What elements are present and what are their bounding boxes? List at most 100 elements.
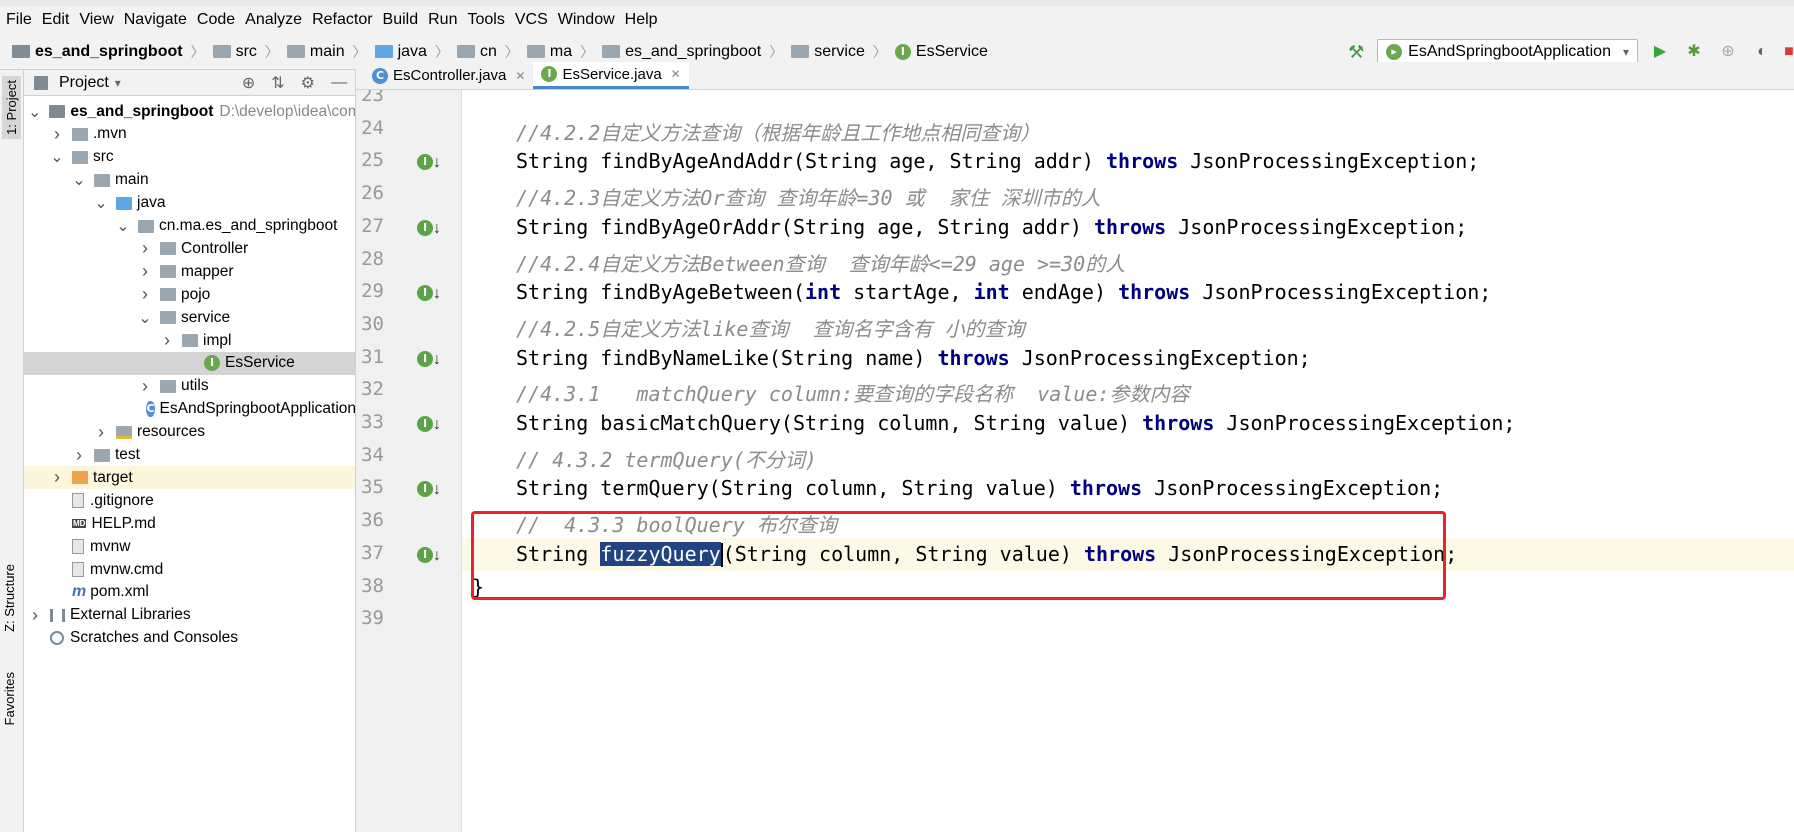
menu-item-edit[interactable]: Edit — [40, 11, 78, 29]
tree-node[interactable]: › pojo — [24, 283, 355, 306]
code-line[interactable]: //4.2.4自定义方法Between查询 查询年龄<=29 age >=30的… — [516, 248, 1125, 277]
breadcrumb-item[interactable]: main — [286, 43, 345, 61]
run-with-coverage-icon[interactable]: ⊕ — [1716, 40, 1740, 64]
hide-minus-icon[interactable]: — — [331, 74, 347, 92]
collapsed-chevron-icon[interactable]: › — [138, 376, 152, 397]
menu-item-vcs[interactable]: VCS — [513, 11, 556, 29]
expanded-chevron-icon[interactable]: ⌄ — [72, 170, 86, 190]
collapsed-chevron-icon[interactable]: › — [160, 330, 174, 351]
breadcrumb-item[interactable]: cn — [456, 43, 497, 61]
expanded-chevron-icon[interactable]: ⌄ — [116, 216, 130, 236]
implemented-marker-icon[interactable]: I ↓ — [417, 152, 443, 174]
tree-node[interactable]: › utils — [24, 375, 355, 398]
collapsed-chevron-icon[interactable]: › — [72, 445, 86, 466]
implemented-marker-icon[interactable]: I ↓ — [417, 349, 443, 371]
tree-node[interactable]: ⌄ java — [24, 192, 355, 215]
breadcrumb-item[interactable]: es_and_springboot — [602, 43, 761, 61]
tree-node[interactable]: › mapper — [24, 260, 355, 283]
menu-item-view[interactable]: View — [77, 11, 121, 29]
debug-bug-icon[interactable]: ✱ — [1682, 40, 1706, 64]
tree-node[interactable]: m pom.xml — [24, 581, 355, 604]
profiler-icon[interactable]: ◐ — [1750, 40, 1774, 64]
menu-item-run[interactable]: Run — [426, 11, 465, 29]
project-tool-tab[interactable]: 1: Project — [2, 76, 21, 139]
code-line[interactable]: //4.2.2自定义方法查询（根据年龄且工作地点相同查询） — [516, 117, 1040, 146]
collapsed-chevron-icon[interactable]: › — [138, 238, 152, 259]
tree-node[interactable]: ⌄ es_and_springboot D:\develop\idea\compan… — [24, 100, 355, 123]
run-icon[interactable]: ▶ — [1648, 40, 1672, 64]
code-line[interactable]: String findByAgeBetween(int startAge, in… — [516, 280, 1491, 304]
breadcrumb-item[interactable]: service — [791, 43, 865, 61]
stop-icon[interactable]: ■ — [1784, 40, 1794, 64]
code-editor[interactable]: //4.2.2自定义方法查询（根据年龄且工作地点相同查询） String find… — [462, 90, 1794, 832]
implemented-marker-icon[interactable]: I ↓ — [417, 283, 443, 305]
project-panel-title[interactable]: Project — [59, 74, 109, 92]
menu-item-refactor[interactable]: Refactor — [310, 11, 380, 29]
tree-node[interactable]: mvnw — [24, 535, 355, 558]
tree-node[interactable]: ⌄ service — [24, 306, 355, 329]
tree-node[interactable]: .gitignore — [24, 489, 355, 512]
collapsed-chevron-icon[interactable]: › — [138, 261, 152, 282]
code-line[interactable]: String findByAgeOrAddr(String age, Strin… — [516, 215, 1467, 239]
menu-item-help[interactable]: Help — [623, 11, 666, 29]
implemented-marker-icon[interactable]: I ↓ — [417, 479, 443, 501]
tree-node[interactable]: Scratches and Consoles — [24, 627, 355, 650]
tree-node[interactable]: › test — [24, 444, 355, 467]
tree-node[interactable]: mvnw.cmd — [24, 558, 355, 581]
collapsed-chevron-icon[interactable]: › — [94, 422, 108, 443]
menu-item-build[interactable]: Build — [381, 11, 427, 29]
editor-tab[interactable]: I EsService.java ✕ — [533, 62, 689, 89]
collapse-all-icon[interactable]: ⇅ — [271, 73, 284, 93]
code-line[interactable]: //4.2.5自定义方法like查询 查询名字含有 小的查询 — [516, 313, 1025, 342]
implemented-marker-icon[interactable]: I ↓ — [417, 218, 443, 240]
settings-gear-icon[interactable]: ⚙ — [301, 73, 315, 93]
chevron-down-icon[interactable]: ▾ — [115, 76, 121, 90]
menu-item-code[interactable]: Code — [195, 11, 243, 29]
implemented-marker-icon[interactable]: I ↓ — [417, 545, 443, 567]
expanded-chevron-icon[interactable]: ⌄ — [94, 193, 108, 213]
tree-node[interactable]: › Controller — [24, 237, 355, 260]
breadcrumb-item[interactable]: ma — [526, 43, 572, 61]
favorites-tool-tab[interactable]: Favorites — [2, 672, 17, 725]
implemented-marker-icon[interactable]: I ↓ — [417, 414, 443, 436]
menu-item-analyze[interactable]: Analyze — [243, 11, 310, 29]
code-line[interactable]: //4.2.3自定义方法Or查询 查询年龄=30 或 家住 深圳市的人 — [516, 182, 1101, 211]
collapsed-chevron-icon[interactable]: › — [50, 467, 64, 488]
close-tab-icon[interactable]: ✕ — [515, 69, 525, 83]
code-line[interactable]: String findByAgeAndAddr(String age, Stri… — [516, 149, 1479, 173]
locate-target-icon[interactable]: ⊕ — [242, 73, 255, 93]
tree-node[interactable]: › .mvn — [24, 123, 355, 146]
code-line[interactable]: // 4.3.2 termQuery(不分词) — [516, 444, 817, 473]
collapsed-chevron-icon[interactable]: › — [28, 605, 42, 626]
build-hammer-icon[interactable]: ⚒ — [1345, 41, 1367, 63]
close-tab-icon[interactable]: ✕ — [671, 67, 681, 81]
breadcrumb-item[interactable]: I EsService — [894, 43, 988, 61]
expanded-chevron-icon[interactable]: ⌄ — [50, 147, 64, 167]
tree-node[interactable]: MD HELP.md — [24, 512, 355, 535]
breadcrumb-item[interactable]: src — [212, 43, 257, 61]
tree-node[interactable]: › impl — [24, 329, 355, 352]
menu-item-tools[interactable]: Tools — [465, 11, 512, 29]
collapsed-chevron-icon[interactable]: › — [50, 124, 64, 145]
code-line[interactable]: //4.3.1 matchQuery column:要查询的字段名称 value… — [516, 378, 1189, 407]
code-line[interactable]: String findByNameLike(String name) throw… — [516, 346, 1311, 370]
tree-node[interactable]: › External Libraries — [24, 604, 355, 627]
tree-node[interactable]: I EsService — [24, 351, 355, 375]
tree-node[interactable]: ⌄ main — [24, 169, 355, 192]
editor-tab[interactable]: C EsController.java ✕ — [364, 62, 533, 89]
tree-node[interactable]: ⌄ src — [24, 146, 355, 169]
menu-item-window[interactable]: Window — [556, 11, 623, 29]
code-line[interactable]: String termQuery(String column, String v… — [516, 476, 1443, 500]
expanded-chevron-icon[interactable]: ⌄ — [28, 102, 41, 122]
expanded-chevron-icon[interactable]: ⌄ — [138, 308, 152, 328]
breadcrumb-item[interactable]: java — [374, 43, 427, 61]
structure-tool-tab[interactable]: Z: Structure — [2, 564, 17, 632]
menu-item-file[interactable]: File — [4, 11, 40, 29]
tree-node[interactable]: ⌄ cn.ma.es_and_springboot — [24, 215, 355, 238]
tree-node[interactable]: › resources — [24, 421, 355, 444]
tree-node[interactable]: › target — [24, 466, 355, 490]
breadcrumb-item[interactable]: es_and_springboot — [12, 43, 183, 61]
tree-node[interactable]: C EsAndSpringbootApplication — [24, 398, 355, 421]
code-line[interactable]: String basicMatchQuery(String column, St… — [516, 411, 1515, 435]
menu-item-navigate[interactable]: Navigate — [122, 11, 195, 29]
